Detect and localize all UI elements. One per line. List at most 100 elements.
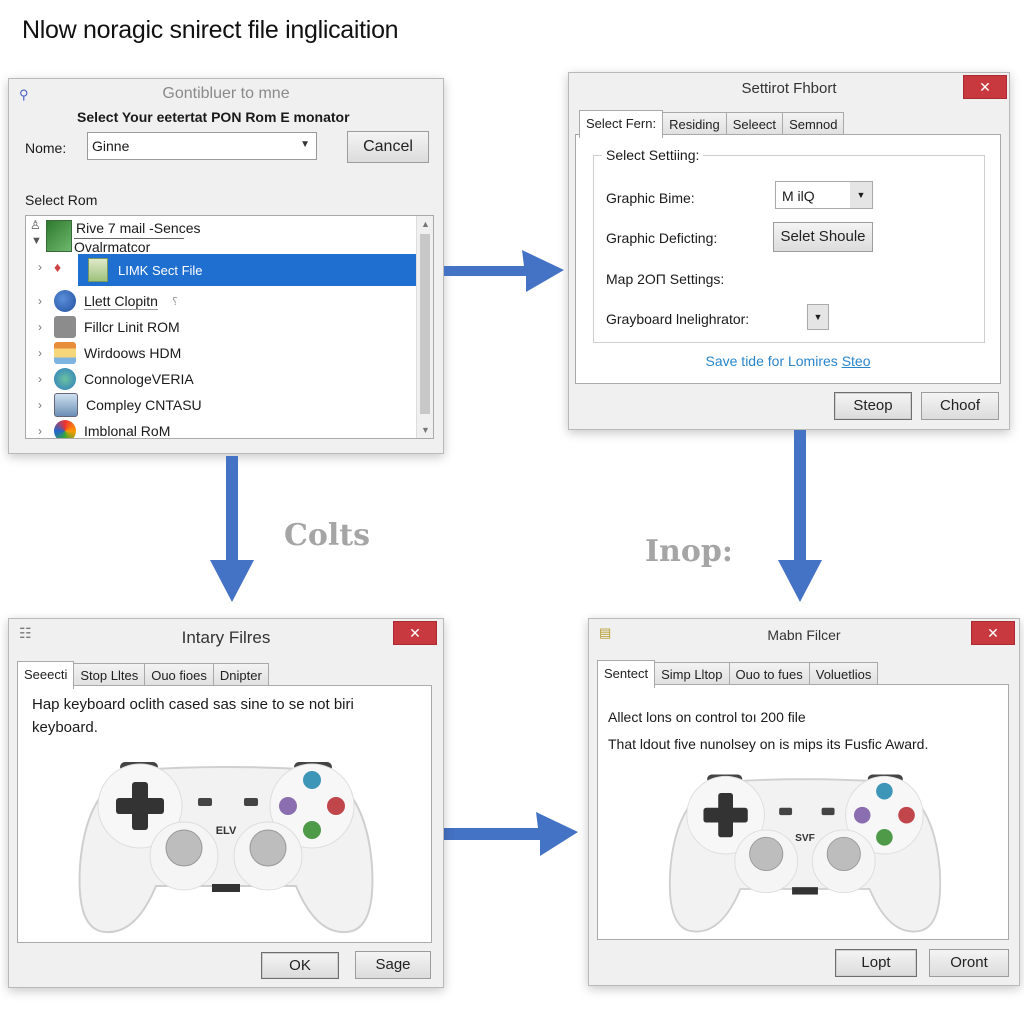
- mabn-panel: Allect lons on control toı 200 file That…: [597, 684, 1009, 940]
- grayboard-dropdown[interactable]: ▼: [807, 304, 829, 330]
- globe-user-icon: [54, 290, 76, 312]
- tab-sentect[interactable]: Sentect: [597, 660, 656, 688]
- page-headline: Nlow noragic snirect file inglicaition: [22, 16, 399, 44]
- chevron-down-icon: ▼: [813, 312, 823, 322]
- close-button[interactable]: ✕: [963, 75, 1007, 99]
- save-link-row: Save tide for Lomires Steo: [576, 353, 1000, 369]
- group-label: Select Settiing:: [602, 147, 704, 163]
- note-left: Colts: [284, 518, 371, 553]
- intary-panel: Hap keyboard oclith cased sas sine to se…: [17, 685, 432, 943]
- name-label: Nome:: [25, 140, 67, 156]
- tree-item[interactable]: › Wirdoows HDM: [26, 340, 416, 366]
- tree-item-label: Imblonal RoM: [84, 423, 171, 439]
- tree-item-label: Llett Clopitn: [84, 292, 158, 310]
- title-bar: ▤ Mabn Filcer ✕: [589, 619, 1019, 649]
- graphic-bime-dropdown[interactable]: M ilQ ▼: [775, 181, 873, 209]
- chevron-down-icon: ▼: [850, 182, 872, 208]
- globe-icon: [54, 368, 76, 390]
- tree-item[interactable]: › Imblonal RoM: [26, 418, 416, 439]
- network-map-icon: [46, 220, 72, 252]
- scroll-down-icon[interactable]: ▼: [421, 425, 430, 435]
- description-line1: Hap keyboard oclith cased sas sine to se…: [32, 696, 354, 713]
- cancel-button[interactable]: Cancel: [347, 131, 429, 163]
- graphic-bime-label: Graphic Bime:: [606, 190, 695, 206]
- name-dropdown[interactable]: Ginne ▼: [87, 132, 317, 160]
- title-bar: Settirot Fhbort ✕: [569, 73, 1009, 103]
- tree-item[interactable]: › ConnologeVERIA: [26, 366, 416, 392]
- tree-header-line2: Ovalrmatcor: [74, 238, 184, 255]
- disk-icon: [54, 316, 76, 338]
- window-icon: [54, 342, 76, 364]
- chevron-right-icon: ›: [38, 372, 42, 386]
- rom-select-window: ⚲ Gontibluer to mne Select Your eetertat…: [8, 78, 444, 454]
- filter-icon: ▼: [31, 235, 42, 247]
- info-icon: ⸮: [171, 295, 178, 308]
- settings-groupbox: Select Settiing: Graphic Bime: M ilQ ▼ G…: [593, 147, 985, 343]
- vertical-scrollbar[interactable]: ▲ ▼: [416, 216, 433, 438]
- select-shoule-button[interactable]: Selet Shoule: [773, 222, 873, 252]
- title-bar: ⚲ Gontibluer to mne: [9, 79, 443, 109]
- choof-button[interactable]: Choof: [921, 392, 999, 420]
- tree-item[interactable]: › Llett Clopitn ⸮: [26, 288, 416, 314]
- scroll-up-icon[interactable]: ▲: [421, 219, 430, 229]
- arrow-right-top: [444, 250, 564, 292]
- save-link-text: Save tide for Lomires: [705, 353, 838, 369]
- tree-item-label: LIMK Sect File: [118, 262, 203, 278]
- tree-header: ♙ ▼ Rive 7 mail -Sences Ovalrmatcor: [26, 218, 406, 255]
- graphic-deficting-label: Graphic Deficting:: [606, 230, 718, 246]
- description-line1: Allect lons on control toı 200 file: [608, 709, 806, 725]
- window-subtitle: Select Your eetertat PON Rom E monator: [77, 109, 350, 125]
- close-button[interactable]: ✕: [393, 621, 437, 645]
- close-icon: ✕: [987, 625, 999, 641]
- chevron-down-icon: ▼: [300, 139, 310, 150]
- steop-button[interactable]: Steop: [834, 392, 912, 420]
- mabn-filter-window: ▤ Mabn Filcer ✕ Sentect Simp Lltop Ouo t…: [588, 618, 1020, 986]
- sage-button[interactable]: Sage: [355, 951, 431, 979]
- name-value: Ginne: [92, 138, 130, 154]
- description-line2: That ldout five nunolsey on is mips its …: [608, 736, 929, 752]
- window-title: Mabn Filcer: [767, 627, 841, 643]
- tab-select-fern[interactable]: Select Fern:: [579, 110, 664, 138]
- map-file-icon: [88, 258, 108, 282]
- tree-item-label: Wirdoows HDM: [84, 345, 182, 361]
- note-right: Inop:: [645, 534, 733, 569]
- scroll-thumb[interactable]: [420, 234, 430, 414]
- chevron-right-icon: ›: [38, 260, 42, 274]
- select-rom-label: Select Rom: [25, 192, 98, 208]
- controller-label: SVF: [795, 833, 815, 844]
- picture-icon: [54, 393, 78, 417]
- color-wheel-icon: [54, 420, 76, 438]
- window-title: Settirot Fhbort: [741, 80, 837, 97]
- rom-tree-list[interactable]: ♙ ▼ Rive 7 mail -Sences Ovalrmatcor › ♦ …: [25, 215, 434, 439]
- close-icon: ✕: [409, 625, 421, 641]
- steo-link[interactable]: Steo: [842, 353, 871, 369]
- chevron-right-icon: ›: [38, 346, 42, 360]
- gamepad-image: SVF: [668, 774, 942, 933]
- user-pin-icon: ♦: [54, 259, 62, 275]
- chevron-right-icon: ›: [38, 294, 42, 308]
- arrow-right-bottom: [444, 812, 578, 856]
- controller-label: ELV: [216, 825, 237, 837]
- lopt-button[interactable]: Lopt: [835, 949, 917, 977]
- close-button[interactable]: ✕: [971, 621, 1015, 645]
- oront-button[interactable]: Oront: [929, 949, 1009, 977]
- ok-button[interactable]: OK: [261, 952, 339, 979]
- tab-seeecti[interactable]: Seeecti: [17, 661, 75, 689]
- chevron-right-icon: ›: [38, 424, 42, 438]
- tree-item[interactable]: › Fillcr Linit ROM: [26, 314, 416, 340]
- chevron-right-icon: ›: [38, 320, 42, 334]
- person-icon: ♙: [30, 218, 41, 232]
- title-bar: ☷ Intary Filres ✕: [9, 619, 443, 649]
- tree-item[interactable]: › Compley CNTASU: [26, 392, 416, 418]
- chevron-right-icon: ›: [38, 398, 42, 412]
- tree-item-label: Fillcr Linit ROM: [84, 319, 180, 335]
- settings-window: Settirot Fhbort ✕ Select Fern: Residing …: [568, 72, 1010, 430]
- grayboard-label: Grayboard lnelighrator:: [606, 311, 750, 327]
- gamepad-image: ELV: [78, 762, 374, 934]
- tree-item-label: ConnologeVERIA: [84, 371, 194, 387]
- window-title: Intary Filres: [181, 628, 271, 647]
- map-settings-label: Map 2OΠ Settings:: [606, 271, 725, 287]
- tree-header-line1: Rive 7 mail -Sences: [76, 220, 201, 236]
- intary-files-window: ☷ Intary Filres ✕ Seeecti Stop Lltes Ouo…: [8, 618, 444, 988]
- tree-item[interactable]: › ♦ LIMK Sect File: [26, 254, 420, 286]
